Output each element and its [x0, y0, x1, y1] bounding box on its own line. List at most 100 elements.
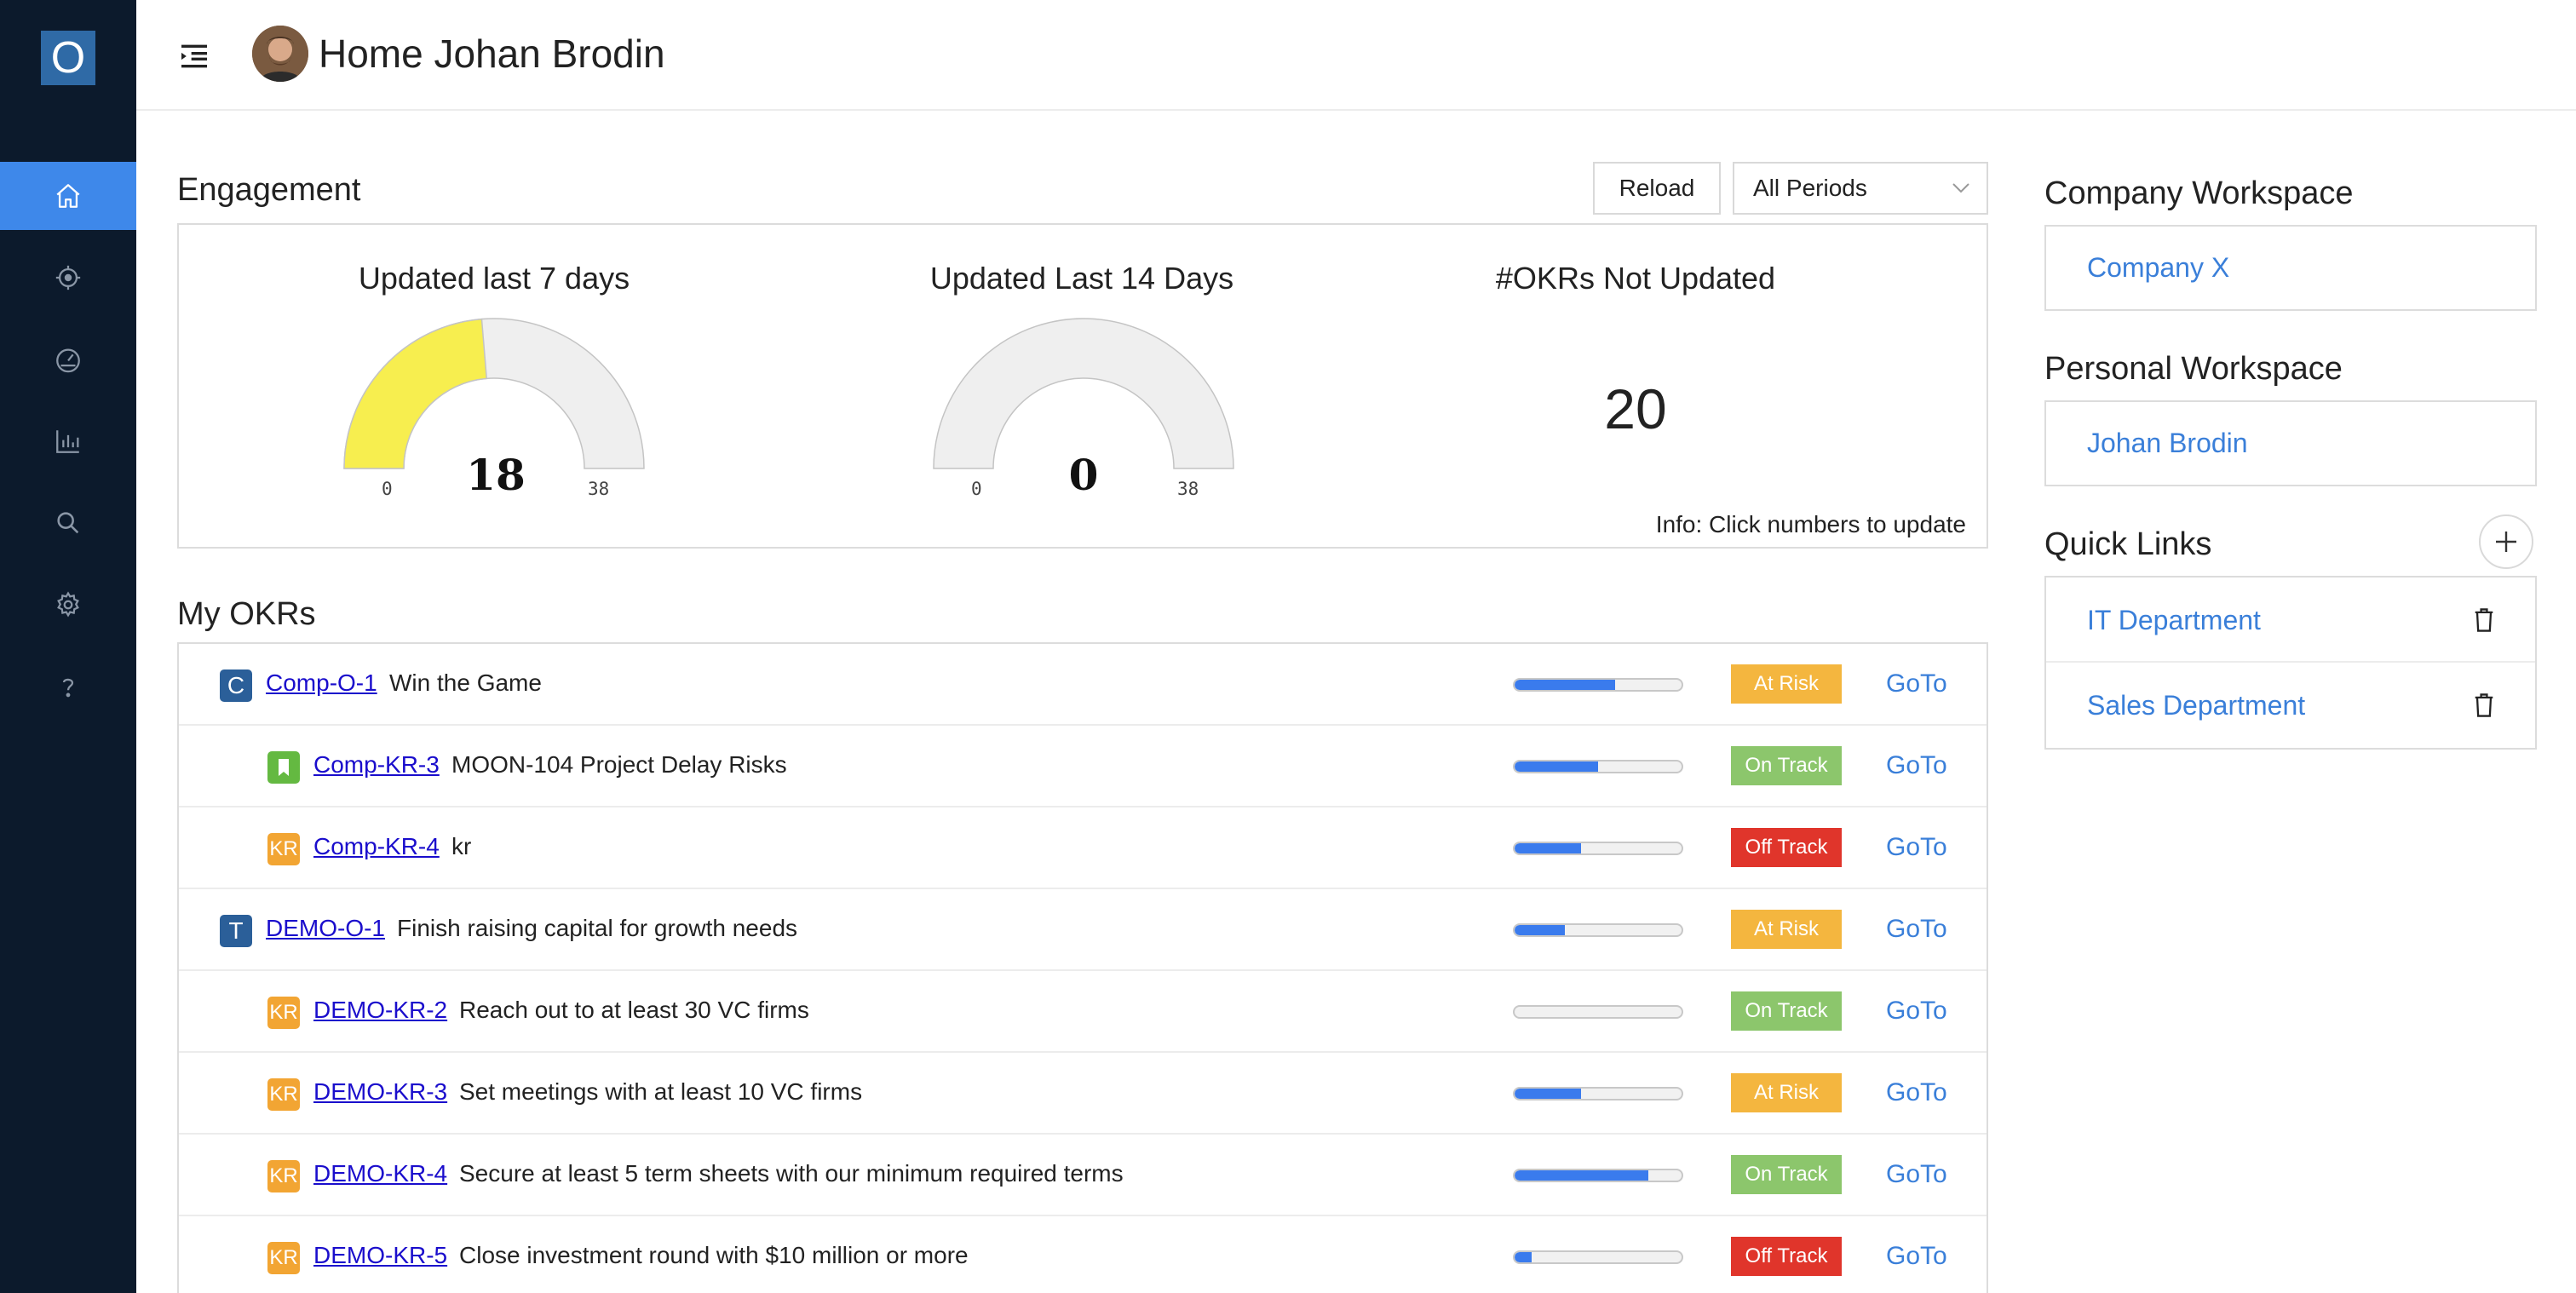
- sidebar-item-reports[interactable]: [0, 407, 136, 475]
- status-badge: Off Track: [1731, 1237, 1842, 1276]
- gauge-title-14-days: Updated Last 14 Days: [929, 261, 1234, 296]
- key-result-badge: [267, 751, 300, 784]
- quick-link-it-department[interactable]: IT Department: [2087, 605, 2261, 636]
- okr-name: Close investment round with $10 million …: [459, 1242, 969, 1268]
- not-updated-value[interactable]: 20: [1508, 376, 1763, 441]
- okr-list: C Comp-O-1 Win the Game At Risk GoTo Comp-KR-…: [177, 642, 1988, 1293]
- gauge-min-14-days: 0: [971, 479, 982, 499]
- goto-link[interactable]: GoTo: [1886, 1160, 1947, 1189]
- search-icon: [57, 512, 79, 534]
- engagement-title: Engagement: [177, 172, 361, 208]
- table-row: KR DEMO-KR-4 Secure at least 5 term sheets…: [179, 1135, 1987, 1216]
- trash-icon[interactable]: [2472, 606, 2496, 634]
- quick-links-title: Quick Links: [2044, 526, 2212, 562]
- status-badge: On Track: [1731, 746, 1842, 785]
- progress-bar: [1513, 1169, 1683, 1182]
- status-badge: On Track: [1731, 1155, 1842, 1194]
- quick-link-sales-department[interactable]: Sales Department: [2087, 690, 2305, 721]
- okr-id-link[interactable]: Comp-O-1: [266, 669, 377, 697]
- target-icon: [55, 265, 81, 290]
- sidebar-item-search[interactable]: [0, 489, 136, 557]
- gauge-value-14-days[interactable]: 0: [998, 450, 1169, 500]
- sidebar-item-objectives[interactable]: [0, 244, 136, 312]
- personal-workspace-title: Personal Workspace: [2044, 351, 2343, 387]
- table-row: Comp-KR-3 MOON-104 Project Delay Risks On …: [179, 726, 1987, 807]
- company-workspace-link[interactable]: Company X: [2087, 252, 2229, 284]
- goto-link[interactable]: GoTo: [1886, 915, 1947, 944]
- not-updated-title: #OKRs Not Updated: [1495, 261, 1776, 296]
- add-quick-link-button[interactable]: [2479, 514, 2533, 569]
- table-row: C Comp-O-1 Win the Game At Risk GoTo: [179, 644, 1987, 726]
- period-select[interactable]: All Periods: [1733, 162, 1988, 215]
- progress-bar: [1513, 760, 1683, 773]
- key-result-badge: KR: [267, 997, 300, 1029]
- personal-workspace-link[interactable]: Johan Brodin: [2087, 428, 2248, 459]
- menu-toggle-icon[interactable]: [177, 39, 211, 73]
- gauge-max-7-days: 38: [588, 479, 610, 499]
- okr-id-link[interactable]: DEMO-KR-4: [313, 1160, 447, 1187]
- personal-workspace-box: Johan Brodin: [2044, 400, 2537, 486]
- okr-id-link[interactable]: Comp-KR-3: [313, 751, 440, 779]
- help-icon: [62, 678, 74, 698]
- chevron-down-icon: [1952, 183, 1969, 193]
- dashboard-gauge-icon: [56, 348, 80, 373]
- key-result-badge: KR: [267, 833, 300, 865]
- goto-link[interactable]: GoTo: [1886, 833, 1947, 862]
- reload-button[interactable]: Reload: [1593, 162, 1721, 215]
- progress-bar-fill: [1515, 1170, 1648, 1181]
- bar-chart-icon: [56, 430, 79, 453]
- sidebar-item-settings[interactable]: [0, 571, 136, 639]
- progress-bar-fill: [1515, 843, 1582, 853]
- key-result-badge: KR: [267, 1078, 300, 1111]
- okr-id-link[interactable]: DEMO-O-1: [266, 915, 385, 942]
- sidebar: O: [0, 0, 136, 1293]
- goto-link[interactable]: GoTo: [1886, 1078, 1947, 1107]
- okr-id-link[interactable]: DEMO-KR-2: [313, 997, 447, 1024]
- table-row: T DEMO-O-1 Finish raising capital for grow…: [179, 889, 1987, 971]
- progress-bar: [1513, 678, 1683, 692]
- sidebar-item-dashboard[interactable]: [0, 325, 136, 394]
- status-badge: On Track: [1731, 991, 1842, 1031]
- progress-bar-fill: [1515, 1089, 1582, 1099]
- goto-link[interactable]: GoTo: [1886, 997, 1947, 1026]
- progress-bar-fill: [1515, 925, 1565, 935]
- sidebar-item-help[interactable]: [0, 652, 136, 721]
- progress-bar: [1513, 1087, 1683, 1100]
- goto-link[interactable]: GoTo: [1886, 669, 1947, 698]
- progress-bar-fill: [1515, 1252, 1532, 1262]
- goto-link[interactable]: GoTo: [1886, 751, 1947, 780]
- status-badge: At Risk: [1731, 1073, 1842, 1112]
- quick-link-item: IT Department: [2046, 578, 2535, 663]
- progress-bar-fill: [1515, 680, 1615, 690]
- okr-name: Reach out to at least 30 VC firms: [459, 997, 809, 1023]
- progress-bar: [1513, 842, 1683, 855]
- gauge-fill: [343, 318, 488, 469]
- gear-icon: [57, 591, 79, 618]
- quick-link-item: Sales Department: [2046, 663, 2535, 748]
- table-row: KR Comp-KR-4 kr Off Track GoTo: [179, 807, 1987, 889]
- key-result-badge: KR: [267, 1160, 300, 1192]
- gauge-min-7-days: 0: [382, 479, 393, 499]
- company-workspace-title: Company Workspace: [2044, 175, 2354, 211]
- goto-link[interactable]: GoTo: [1886, 1242, 1947, 1271]
- home-icon: [56, 184, 80, 208]
- objective-badge: T: [220, 915, 252, 947]
- trash-icon[interactable]: [2472, 692, 2496, 719]
- okr-id-link[interactable]: DEMO-KR-3: [313, 1078, 447, 1106]
- app-logo[interactable]: O: [41, 31, 95, 85]
- engagement-panel: Updated last 7 days 18 0 38 Updated Last…: [177, 223, 1988, 549]
- okr-id-link[interactable]: Comp-KR-4: [313, 833, 440, 860]
- okr-id-link[interactable]: DEMO-KR-5: [313, 1242, 447, 1269]
- okr-name: Secure at least 5 term sheets with our m…: [459, 1160, 1124, 1187]
- gauge-value-7-days[interactable]: 18: [411, 450, 581, 500]
- plus-icon: [2496, 532, 2516, 552]
- bookmark-icon: [279, 759, 289, 776]
- status-badge: At Risk: [1731, 910, 1842, 949]
- progress-bar: [1513, 1005, 1683, 1019]
- avatar[interactable]: [252, 26, 308, 82]
- gauge-max-14-days: 38: [1177, 479, 1199, 499]
- page-title: Home Johan Brodin: [319, 32, 665, 76]
- okr-name: MOON-104 Project Delay Risks: [451, 751, 787, 778]
- table-row: KR DEMO-KR-5 Close investment round with $…: [179, 1216, 1987, 1293]
- sidebar-item-home[interactable]: [0, 162, 136, 230]
